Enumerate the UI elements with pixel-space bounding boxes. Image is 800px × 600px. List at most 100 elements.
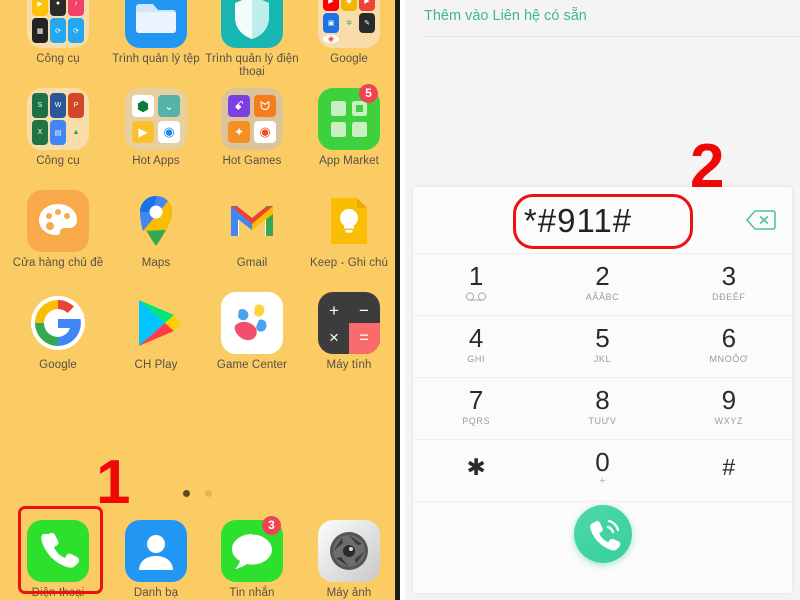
key-5[interactable]: 5 JKL [539,316,665,377]
key-plus: + [598,475,606,487]
mini-icon: ♪ [68,0,84,16]
key-3[interactable]: 3 DĐEÊF [666,254,792,315]
key-letters: TUƯV [588,416,617,426]
svg-text:+: + [329,301,339,320]
app-cell-phone-manager[interactable]: Trình quản lý điện thoại [203,0,301,79]
keypad-row: 4 GHI 5 JKL 6 MNOÔƠ [413,316,792,378]
app-cell-hot-games[interactable]: ꗃ ᗢ ✦ ◉ Hot Games [203,88,301,168]
call-button[interactable] [573,505,632,563]
keypad-row: 7 PQRS 8 TUƯV 9 WXYZ [413,378,792,440]
app-label: CH Play [134,359,178,371]
header-divider [424,36,800,37]
icon-wrap: S W P X ▤ ▲ [27,88,89,150]
key-digit: # [722,454,736,480]
icon-wrap: 3 [221,516,283,582]
highlight-box-number [513,194,693,249]
app-cell-game-center[interactable]: Game Center [203,292,301,372]
page-indicator [0,485,395,503]
mini-icon: ▶ [32,0,48,16]
app-label: Maps [141,257,171,269]
app-cell-google[interactable]: Google [9,292,107,372]
app-cell-ch-play[interactable]: CH Play [107,292,205,372]
icon-wrap [221,190,283,252]
key-star[interactable]: ✱ [413,440,539,501]
app-cell-gmail[interactable]: Gmail [203,190,301,270]
keypad-row: ✱ 0 + # [413,440,792,502]
dock-item-label: Tin nhắn [229,587,275,599]
app-cell-cong-cu-1[interactable]: ▶ ● ♪ ▦ ⟳ ⟳ Công cụ [9,0,107,66]
hot-apps-folder-icon: ⬢ ⌄ ▶ ◉ [125,88,187,150]
key-hash[interactable]: # [666,440,792,501]
mini-icon: ▤ [50,120,66,145]
app-label: Gmail [236,257,268,269]
app-cell-cong-cu-2[interactable]: S W P X ▤ ▲ Công cụ [9,88,107,168]
app-label: Keep - Ghi chú [309,257,389,269]
file-manager-icon [125,0,187,48]
app-cell-theme-store[interactable]: Cửa hàng chủ đề [9,190,107,270]
game-center-icon [221,292,283,354]
annotation-step-2: 2 [690,132,725,201]
icon-wrap [27,190,89,252]
key-0[interactable]: 0 + [539,440,665,501]
app-label: Hot Games [222,155,282,167]
icon-wrap: ▶ ● ♪ ▦ ⟳ ⟳ [27,0,89,48]
mini-icon: ◉ [323,35,339,43]
page-dot-active[interactable] [183,490,191,498]
key-4[interactable]: 4 GHI [413,316,539,377]
mini-icon: S [32,93,48,118]
mini-icon: ▶ [323,0,339,11]
key-1[interactable]: 1 [413,254,539,315]
icon-wrap [125,520,187,582]
app-cell-keep[interactable]: Keep - Ghi chú [300,190,398,270]
camera-icon [318,520,380,582]
backspace-icon[interactable] [745,210,776,235]
mini-icon: ◉ [254,121,276,143]
key-digit: 6 [721,323,737,353]
app-label: Trình quản lý tệp [112,53,200,65]
app-label: Google [39,359,77,371]
keypad: 1 2 AĂÂBC 3 DĐEÊF 4 GHI 5 JKL 6 MNOÔƠ 7 … [413,254,792,502]
app-cell-calculator[interactable]: + − × = Máy tính [300,292,398,372]
dock-item-contacts[interactable]: Danh bạ [107,520,205,600]
key-7[interactable]: 7 PQRS [413,378,539,439]
svg-text:=: = [359,328,369,347]
key-2[interactable]: 2 AĂÂBC [539,254,665,315]
highlight-box-phone [18,506,103,594]
mini-icon: X [32,120,48,145]
key-digit: ✱ [466,454,486,480]
mini-icon: ✲ [341,13,357,33]
google-folder-icon: ▶ ◆ ▶ ▣ ✲ ✎ ◉ [318,0,380,48]
app-cell-google-folder[interactable]: ▶ ◆ ▶ ▣ ✲ ✎ ◉ Google [300,0,398,66]
app-cell-hot-apps[interactable]: ⬢ ⌄ ▶ ◉ Hot Apps [107,88,205,168]
app-label: Game Center [216,359,288,371]
mini-icon: ▦ [32,18,48,43]
key-letters: MNOÔƠ [709,354,749,364]
icon-wrap: 5 [318,84,380,150]
app-cell-file-manager[interactable]: Trình quản lý tệp [107,0,205,66]
dialer-header: Thêm vào Liên hệ có sẵn [405,0,800,38]
app-label: Hot Apps [132,155,180,167]
dock-item-messages[interactable]: 3 Tin nhắn [203,516,301,600]
key-letters: JKL [593,354,612,364]
google-g-icon [27,292,89,354]
dock-item-camera[interactable]: Máy ảnh [300,520,398,600]
mini-icon: W [50,93,66,118]
app-label: Máy tính [326,359,372,371]
key-6[interactable]: 6 MNOÔƠ [666,316,792,377]
app-label: Google [330,53,368,65]
mini-icon: ● [50,0,66,16]
svg-text:−: − [359,301,369,320]
key-letters: AĂÂBC [585,292,620,302]
key-8[interactable]: 8 TUƯV [539,378,665,439]
app-cell-maps[interactable]: Maps [107,190,205,270]
icon-wrap [125,190,187,252]
key-9[interactable]: 9 WXYZ [666,378,792,439]
dialer-screen: Thêm vào Liên hệ có sẵn *#911# 1 2 AĂÂBC… [405,0,800,600]
add-to-existing-contact-label[interactable]: Thêm vào Liên hệ có sẵn [424,8,587,24]
mini-icon: ▶ [359,0,375,11]
screenshot-root: ▶ ● ♪ ▦ ⟳ ⟳ Công cụ Trình quản lý tệp Tr… [0,0,800,600]
app-label: Trình quản lý điện thoại [205,53,299,78]
theme-store-palette-icon [27,190,89,252]
app-cell-app-market[interactable]: 5 App Market [300,84,398,168]
page-dot[interactable] [204,490,212,498]
